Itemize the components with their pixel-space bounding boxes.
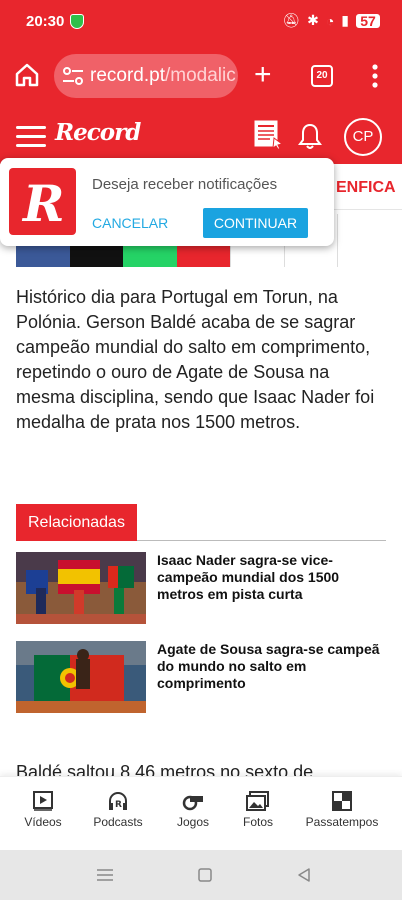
related-item[interactable]: Isaac Nader sagra-se vice-campeão mundia… — [16, 552, 386, 624]
mute-icon: 🔕︎ — [282, 12, 301, 28]
notification-prompt: R Deseja receber notificações CANCELAR C… — [0, 158, 334, 246]
nav-jogos[interactable]: Jogos — [172, 791, 214, 829]
related-headline[interactable]: Agate de Sousa sagra-se campeã do mundo … — [157, 641, 385, 692]
url-path: /modalic — [164, 65, 236, 86]
bell-icon[interactable] — [298, 122, 322, 150]
record-logo[interactable]: Record — [55, 119, 141, 146]
home-button-icon[interactable] — [197, 867, 213, 883]
nav-label: Jogos — [176, 815, 210, 829]
back-icon[interactable] — [296, 867, 312, 883]
svg-text:R: R — [21, 174, 65, 233]
bluetooth-icon: ✱ — [307, 12, 319, 28]
recents-icon[interactable] — [96, 868, 114, 882]
nav-label: Passatempos — [305, 815, 379, 829]
nav-videos[interactable]: Vídeos — [22, 791, 64, 829]
site-settings-icon[interactable] — [62, 66, 84, 86]
related-item[interactable]: Agate de Sousa sagra-se campeã do mundo … — [16, 641, 386, 713]
article-paragraph-next: Baldé saltou 8,46 metros no sexto de — [16, 762, 314, 776]
nav-label: Fotos — [242, 815, 273, 829]
status-icons: 🔕︎ ✱ ◔ ▮ 57 — [282, 12, 380, 29]
record-app-logo: R — [9, 168, 76, 235]
nav-fotos[interactable]: Fotos — [240, 791, 276, 829]
status-time: 20:30 — [26, 13, 65, 30]
url-domain: record.pt — [90, 65, 165, 86]
nav-label: Podcasts — [93, 815, 143, 829]
continue-button[interactable]: CONTINUAR — [203, 208, 308, 238]
battery-icon: 57 — [356, 13, 380, 28]
club-nav-item[interactable]: ENFICA — [336, 179, 396, 197]
related-headline[interactable]: Isaac Nader sagra-se vice-campeão mundia… — [157, 552, 385, 603]
browser-toolbar: record.pt/modalic + 20 — [0, 44, 402, 108]
photos-icon — [246, 791, 269, 811]
article-paragraph: Histórico dia para Portugal em Torun, na… — [16, 287, 375, 432]
new-tab-icon[interactable]: + — [254, 60, 272, 90]
related-thumbnail[interactable] — [16, 641, 146, 713]
more-menu-icon[interactable] — [368, 62, 382, 90]
whistle-icon — [182, 795, 203, 811]
signal-icon: ▮ — [341, 12, 349, 28]
status-bar: 20:30 🔕︎ ✱ ◔ ▮ 57 — [0, 0, 402, 44]
nav-podcasts[interactable]: R Podcasts — [90, 791, 146, 829]
headphones-icon: R — [109, 792, 127, 810]
newspaper-icon[interactable] — [252, 118, 284, 150]
related-thumbnail[interactable] — [16, 552, 146, 624]
user-avatar[interactable]: CP — [344, 118, 382, 156]
bottom-nav: Vídeos R Podcasts Jogos Fotos Passatempo… — [0, 776, 402, 850]
cancel-button[interactable]: CANCELAR — [92, 208, 168, 238]
shield-icon — [70, 14, 84, 29]
related-header: Relacionadas — [16, 504, 386, 541]
related-title: Relacionadas — [16, 504, 137, 541]
tab-switcher-button[interactable]: 20 — [311, 65, 333, 87]
svg-text:R: R — [115, 800, 122, 810]
system-nav-bar — [0, 850, 402, 900]
wifi-icon: ◔ — [325, 12, 335, 29]
nav-label: Vídeos — [24, 815, 62, 829]
menu-icon[interactable] — [16, 126, 46, 148]
puzzle-icon — [332, 791, 352, 811]
notification-message: Deseja receber notificações — [92, 176, 278, 193]
url-text: record.pt/modalic — [90, 65, 236, 87]
home-icon[interactable] — [14, 62, 40, 88]
video-icon — [33, 791, 53, 811]
address-bar[interactable]: record.pt/modalic — [54, 54, 238, 98]
nav-passatempos[interactable]: Passatempos — [304, 791, 380, 829]
site-header: Record CP — [0, 108, 402, 164]
